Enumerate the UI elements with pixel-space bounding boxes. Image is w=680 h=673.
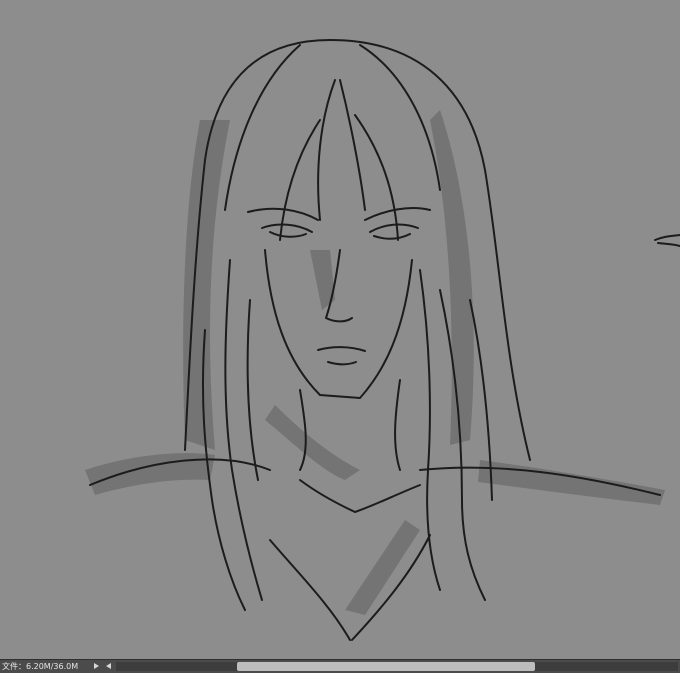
status-bar: 文件：6.20M/36.0M [0,659,680,673]
triangle-right-icon[interactable] [94,663,99,669]
sketch-artwork [85,39,680,641]
document-size-info: 文件：6.20M/36.0M [2,662,79,671]
shading-layer [85,110,665,615]
horizontal-scrollbar[interactable] [116,662,678,671]
scrollbar-thumb[interactable] [237,662,535,671]
document-canvas[interactable] [0,0,680,659]
triangle-left-icon[interactable] [106,663,111,669]
